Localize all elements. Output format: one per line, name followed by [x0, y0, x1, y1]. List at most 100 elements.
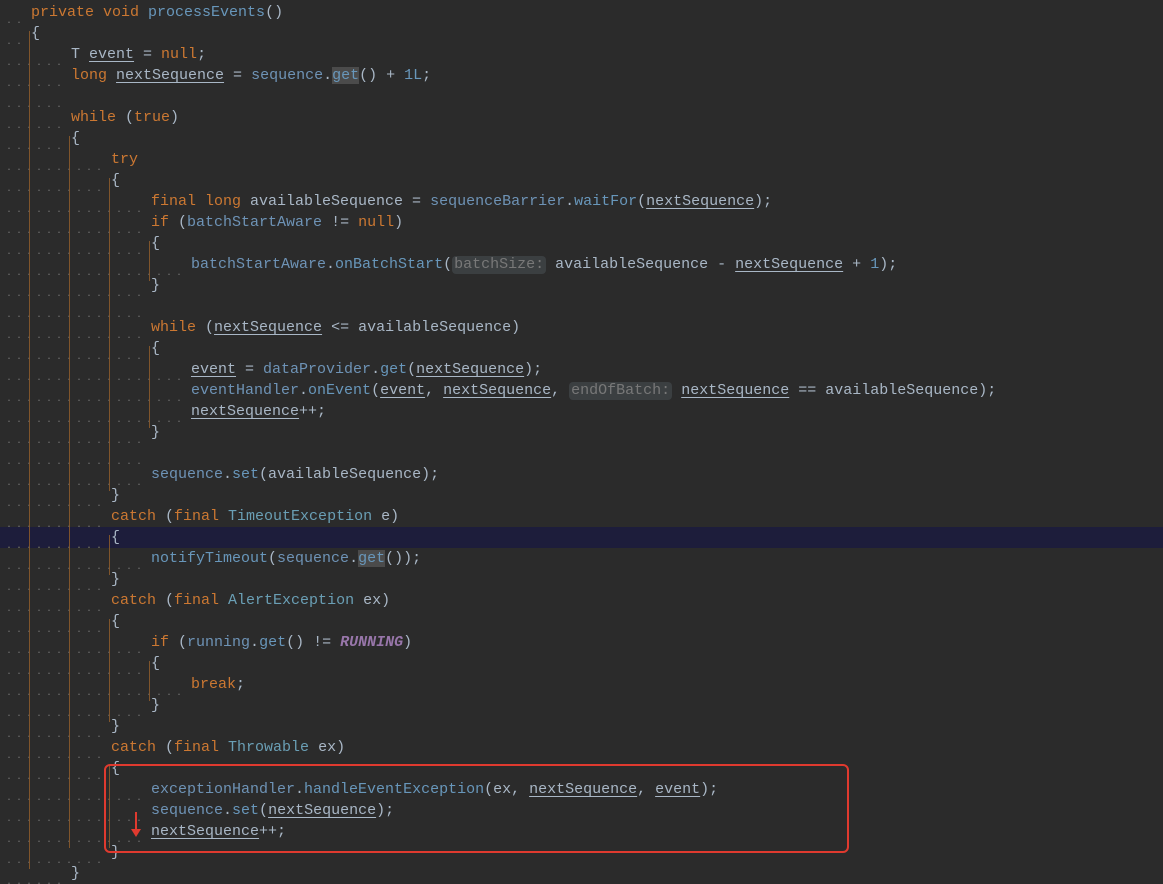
code-token: () +	[359, 67, 405, 84]
code-line[interactable]: final long availableSequence = sequenceB…	[0, 191, 1163, 212]
code-text[interactable]: private void processEvents()	[31, 2, 283, 23]
code-text[interactable]: notifyTimeout(sequence.get());	[151, 548, 421, 569]
code-text[interactable]: event = dataProvider.get(nextSequence);	[191, 359, 542, 380]
code-token: sequence	[251, 67, 324, 84]
code-text[interactable]: {	[151, 338, 160, 359]
code-text[interactable]: {	[111, 527, 120, 548]
code-line[interactable]	[0, 86, 1163, 107]
code-line[interactable]: nextSequence++;	[0, 401, 1163, 422]
code-text[interactable]: {	[111, 758, 120, 779]
code-text[interactable]: batchStartAware.onBatchStart(batchSize: …	[191, 254, 897, 275]
code-text[interactable]: {	[111, 611, 120, 632]
code-text[interactable]: }	[151, 695, 160, 716]
code-token: (	[178, 634, 188, 651]
code-line[interactable]: private void processEvents()	[0, 2, 1163, 23]
code-token: nextSequence	[214, 319, 323, 336]
code-text[interactable]: if (running.get() != RUNNING)	[151, 632, 412, 653]
code-line[interactable]: if (batchStartAware != null)	[0, 212, 1163, 233]
code-line[interactable]: catch (final Throwable ex)	[0, 737, 1163, 758]
code-line[interactable]: while (nextSequence <= availableSequence…	[0, 317, 1163, 338]
code-line[interactable]: }	[0, 842, 1163, 863]
code-line[interactable]: }	[0, 863, 1163, 884]
code-text[interactable]: T event = null;	[71, 44, 206, 65]
code-line[interactable]: try	[0, 149, 1163, 170]
code-line[interactable]: {	[0, 758, 1163, 779]
code-line[interactable]	[0, 296, 1163, 317]
code-token: )	[403, 634, 413, 651]
code-text[interactable]: }	[71, 863, 80, 884]
code-line[interactable]: eventHandler.onEvent(event, nextSequence…	[0, 380, 1163, 401]
code-line[interactable]: T event = null;	[0, 44, 1163, 65]
code-text[interactable]: nextSequence++;	[151, 821, 286, 842]
code-text[interactable]: }	[151, 275, 160, 296]
code-token: availableSequence -	[546, 256, 736, 273]
code-editor[interactable]: private void processEvents(){T event = n…	[0, 0, 1163, 884]
code-line[interactable]: sequence.set(availableSequence);	[0, 464, 1163, 485]
code-text[interactable]: }	[111, 842, 120, 863]
code-token: sequence	[151, 802, 224, 819]
code-line[interactable]: event = dataProvider.get(nextSequence);	[0, 359, 1163, 380]
code-text[interactable]: nextSequence++;	[191, 401, 326, 422]
code-line[interactable]: {	[0, 611, 1163, 632]
code-text[interactable]: try	[111, 149, 138, 170]
code-text[interactable]: eventHandler.onEvent(event, nextSequence…	[191, 380, 996, 401]
code-line[interactable]: }	[0, 569, 1163, 590]
code-token: {	[151, 235, 161, 252]
code-line[interactable]: sequence.set(nextSequence);	[0, 800, 1163, 821]
code-text[interactable]: {	[71, 128, 80, 149]
code-line[interactable]: catch (final TimeoutException e)	[0, 506, 1163, 527]
code-line[interactable]: {	[0, 338, 1163, 359]
code-text[interactable]: exceptionHandler.handleEventException(ex…	[151, 779, 718, 800]
code-line[interactable]: {	[0, 527, 1163, 548]
code-text[interactable]: while (true)	[71, 107, 179, 128]
code-text[interactable]: while (nextSequence <= availableSequence…	[151, 317, 520, 338]
code-line[interactable]: {	[0, 128, 1163, 149]
code-line[interactable]: {	[0, 653, 1163, 674]
code-text[interactable]: catch (final AlertException ex)	[111, 590, 390, 611]
code-line[interactable]: if (running.get() != RUNNING)	[0, 632, 1163, 653]
code-line[interactable]: notifyTimeout(sequence.get());	[0, 548, 1163, 569]
code-token: dataProvider	[263, 361, 372, 378]
code-line[interactable]: }	[0, 485, 1163, 506]
code-token: ex)	[354, 592, 391, 609]
code-line[interactable]: batchStartAware.onBatchStart(batchSize: …	[0, 254, 1163, 275]
code-text[interactable]: }	[111, 569, 120, 590]
code-token: (	[165, 508, 175, 525]
code-token: ex)	[309, 739, 346, 756]
code-text[interactable]: if (batchStartAware != null)	[151, 212, 403, 233]
code-token: private	[31, 4, 104, 21]
code-text[interactable]: {	[31, 23, 40, 44]
code-token: batchStartAware	[187, 214, 323, 231]
code-text[interactable]: sequence.set(nextSequence);	[151, 800, 394, 821]
code-line[interactable]: }	[0, 716, 1163, 737]
code-line[interactable]: long nextSequence = sequence.get() + 1L;	[0, 65, 1163, 86]
code-line[interactable]: catch (final AlertException ex)	[0, 590, 1163, 611]
code-token: ;	[236, 676, 246, 693]
code-line[interactable]: }	[0, 422, 1163, 443]
code-line[interactable]: nextSequence++;	[0, 821, 1163, 842]
code-text[interactable]: final long availableSequence = sequenceB…	[151, 191, 772, 212]
code-line[interactable]: {	[0, 23, 1163, 44]
code-line[interactable]	[0, 443, 1163, 464]
code-text[interactable]: {	[151, 653, 160, 674]
code-line[interactable]: exceptionHandler.handleEventException(ex…	[0, 779, 1163, 800]
code-text[interactable]: }	[151, 422, 160, 443]
code-line[interactable]: }	[0, 275, 1163, 296]
code-text[interactable]: }	[111, 485, 120, 506]
code-line[interactable]: {	[0, 233, 1163, 254]
code-token: }	[151, 277, 161, 294]
code-text[interactable]: catch (final TimeoutException e)	[111, 506, 399, 527]
code-line[interactable]: while (true)	[0, 107, 1163, 128]
code-token: if	[151, 634, 179, 651]
code-text[interactable]: catch (final Throwable ex)	[111, 737, 345, 758]
code-line[interactable]: }	[0, 695, 1163, 716]
code-text[interactable]: }	[111, 716, 120, 737]
code-text[interactable]: {	[111, 170, 120, 191]
code-line[interactable]: {	[0, 170, 1163, 191]
code-text[interactable]: {	[151, 233, 160, 254]
code-text[interactable]: long nextSequence = sequence.get() + 1L;	[71, 65, 431, 86]
code-text[interactable]: sequence.set(availableSequence);	[151, 464, 439, 485]
code-token: +	[843, 256, 871, 273]
code-text[interactable]: break;	[191, 674, 245, 695]
code-line[interactable]: break;	[0, 674, 1163, 695]
